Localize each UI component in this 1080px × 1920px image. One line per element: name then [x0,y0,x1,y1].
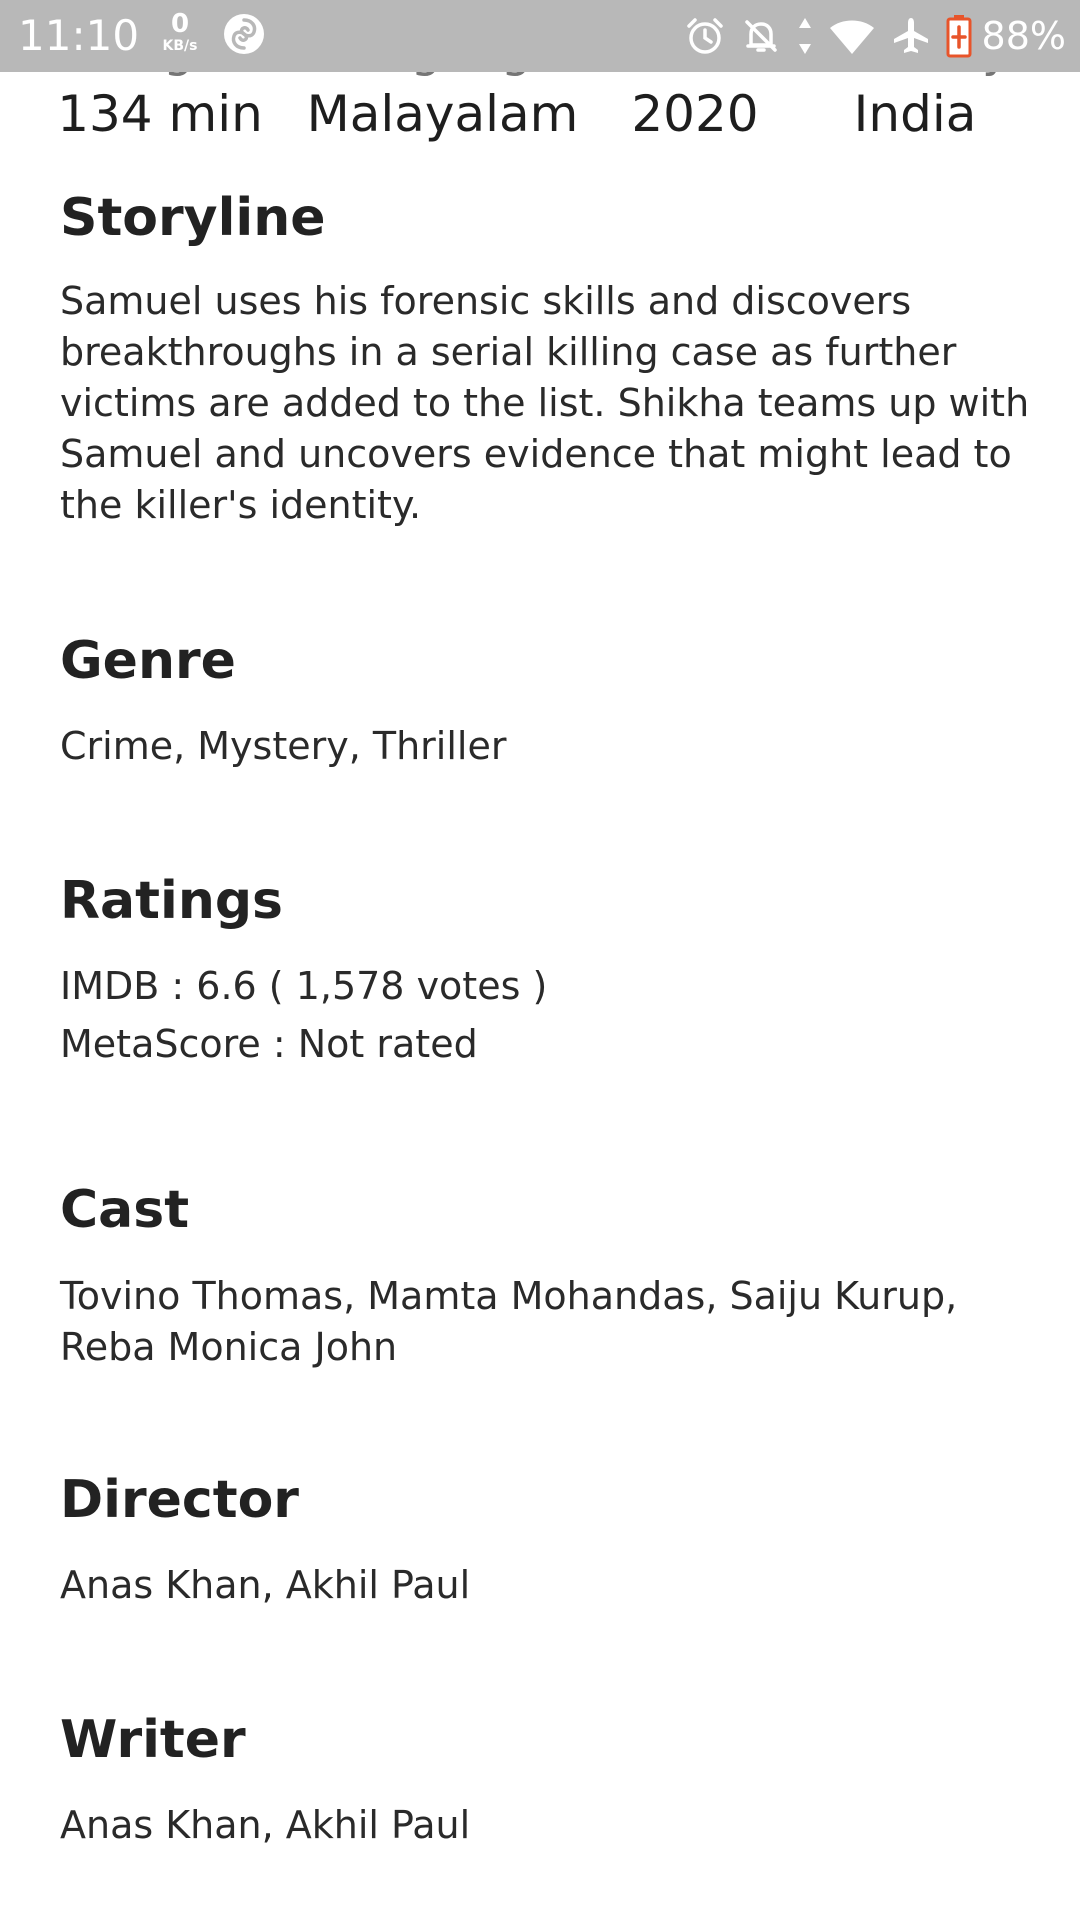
imdb-rating: IMDB : 6.6 ( 1,578 votes ) [60,964,548,1008]
storyline-text: Samuel uses his forensic skills and disc… [60,279,1030,527]
genre-text: Crime, Mystery, Thriller [60,724,507,768]
battery-charging-icon [946,15,972,58]
data-arrows-icon [798,18,811,54]
wifi-icon [829,20,874,54]
storyline-title: Storyline [60,188,326,248]
writer-section: Writer Anas Khan, Akhil Paul [60,1700,1050,1851]
stat-country-value: India [853,85,977,143]
genre-title: Genre [60,631,236,691]
cast-section: Cast Tovino Thomas, Mamta Mohandas, Saij… [60,1170,1050,1373]
battery-percentage: 88% [981,14,1066,58]
status-icons: 88% [670,12,1066,60]
genre-section: Genre Crime, Mystery, Thriller [60,621,1050,772]
status-bar: 11:10 0 KB/s 88% [0,0,1080,72]
status-time: 11:10 [18,11,140,60]
director-title: Director [60,1470,299,1530]
network-speed-unit: KB/s [162,38,198,54]
notifications-off-icon [744,20,777,52]
alarm-icon [686,18,723,54]
ratings-section: Ratings IMDB : 6.6 ( 1,578 votes ) MetaS… [60,861,1050,1070]
writer-title: Writer [60,1710,246,1770]
director-section: Director Anas Khan, Akhil Paul [60,1460,1050,1611]
network-speed-value: 0 [170,9,190,39]
metascore-rating: MetaScore : Not rated [60,1022,478,1066]
airplane-icon [893,18,928,53]
cast-text: Tovino Thomas, Mamta Mohandas, Saiju Kur… [60,1274,958,1369]
stat-language-value: Malayalam [306,85,579,143]
stat-length-value: 134 min [57,85,263,143]
writer-text: Anas Khan, Akhil Paul [60,1803,471,1847]
storyline-section: Storyline Samuel uses his forensic skill… [60,178,1050,531]
stat-year-value: 2020 [631,85,759,143]
ratings-title: Ratings [60,871,284,931]
network-speed: 0 KB/s [158,10,202,54]
app-swirl-icon [224,14,264,54]
cast-title: Cast [60,1180,190,1240]
director-text: Anas Khan, Akhil Paul [60,1563,471,1607]
